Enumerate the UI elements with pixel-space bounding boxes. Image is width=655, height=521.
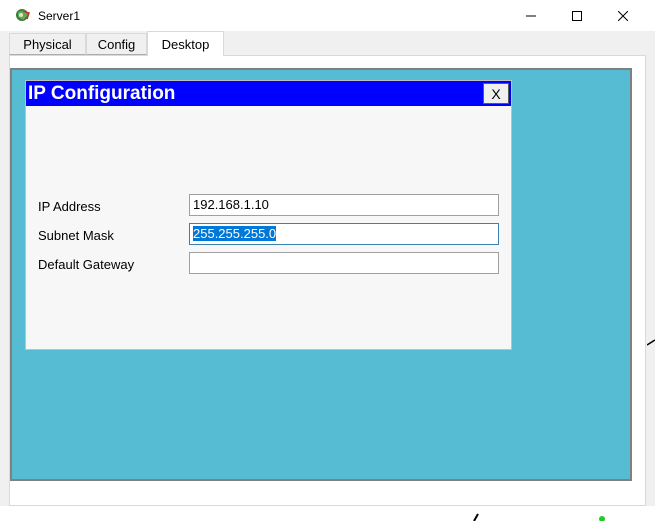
server-window: Server1 Physical Config Desktop IP Confi…: [0, 0, 655, 521]
title-bar[interactable]: Server1: [0, 0, 655, 31]
window-title: Server1: [38, 9, 81, 23]
ip-configuration-title: IP Configuration: [28, 83, 176, 104]
minimize-icon: [526, 11, 536, 21]
app-icon: [15, 7, 31, 23]
tab-physical[interactable]: Physical: [9, 33, 86, 55]
ip-configuration-header: IP Configuration X: [26, 81, 511, 106]
default-gateway-input[interactable]: [189, 252, 499, 274]
ip-address-label: IP Address: [38, 199, 101, 214]
minimize-button[interactable]: [508, 0, 554, 31]
tab-config[interactable]: Config: [86, 33, 147, 55]
close-button[interactable]: [600, 0, 646, 31]
close-icon: [618, 10, 628, 21]
background-canvas: [0, 506, 655, 521]
ip-address-input[interactable]: 192.168.1.10: [189, 194, 499, 216]
default-gateway-label: Default Gateway: [38, 257, 135, 272]
tab-desktop[interactable]: Desktop: [147, 31, 224, 56]
subnet-mask-input[interactable]: 255.255.255.0: [189, 223, 499, 245]
tab-strip: Physical Config Desktop: [0, 31, 655, 56]
maximize-button[interactable]: [554, 0, 600, 31]
subnet-mask-selected-value: 255.255.255.0: [193, 226, 277, 241]
maximize-icon: [572, 10, 582, 21]
ip-configuration-dialog: IP Configuration X IP Address 192.168.1.…: [25, 80, 512, 350]
subnet-mask-label: Subnet Mask: [38, 228, 114, 243]
ip-configuration-close-button[interactable]: X: [483, 83, 509, 104]
left-edge: [0, 58, 9, 116]
background-link-line: [647, 339, 655, 346]
